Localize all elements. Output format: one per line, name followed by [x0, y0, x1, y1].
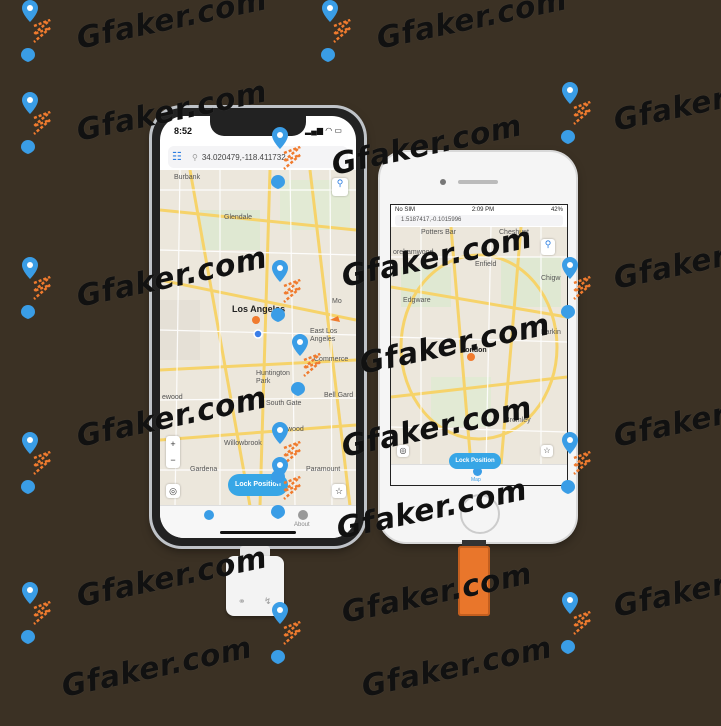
search-coords[interactable]: 34.020479,-118.411732	[202, 153, 286, 162]
map-label-glendale: Glendale	[224, 214, 253, 221]
map-label-paramount: Paramount	[306, 466, 341, 473]
speaker-grill	[458, 180, 498, 184]
map-label-borehamwood: orehamwood	[393, 249, 434, 256]
map-label-south-gate: South Gate	[266, 400, 302, 407]
search-coords[interactable]: 1.5187417,-0.1015996	[401, 217, 461, 223]
map-label-willowbrook: Willowbrook	[224, 440, 262, 447]
map-label-huntington-park: Huntington Park	[256, 370, 290, 385]
front-camera	[440, 179, 446, 185]
watermark-logo-icon	[21, 257, 51, 319]
watermark-logo-icon	[21, 582, 51, 644]
iphone-x-screen: 8:52 ▂▄▆ ◠ ▭ ☷ ⚲ 34.020479,-118.411732 B…	[160, 116, 356, 538]
watermark-text: Gfaker.com	[373, 0, 571, 57]
map-label-potters-bar: Potters Bar	[421, 229, 457, 236]
watermark-text: Gfaker.com	[338, 556, 536, 631]
map-label-mo: Mo	[332, 298, 342, 305]
gps-icon[interactable]: ◎	[166, 484, 180, 498]
location-icon[interactable]: ⚲	[541, 239, 555, 255]
location-icon[interactable]: ⚲	[332, 178, 348, 196]
watermark-logo-icon	[561, 82, 591, 144]
status-battery: 42%	[550, 207, 563, 213]
watermark-logo-icon	[561, 592, 591, 654]
star-icon[interactable]: ☆	[332, 484, 346, 498]
watermark-text: Gfaker.com	[58, 630, 256, 705]
watermark-text: Gfaker.com	[610, 380, 721, 455]
zoom-in-button[interactable]: +	[166, 436, 180, 452]
lock-position-button[interactable]: Lock Position	[449, 453, 501, 469]
status-time: 8:52	[174, 126, 193, 136]
page: { "watermark": "Gfaker.com", "phone1": {…	[0, 0, 721, 726]
home-button	[460, 494, 500, 534]
zoom-out-button[interactable]: −	[166, 452, 180, 468]
map-label-london: London	[461, 347, 487, 354]
map-label-gardena: Gardena	[190, 466, 218, 473]
tab-map-icon[interactable]	[204, 510, 214, 520]
map-label-burbank: Burbank	[174, 174, 201, 181]
lock-position-button[interactable]: Lock Position	[228, 474, 288, 496]
zoom-control: + −	[166, 436, 180, 468]
bookmark-icon[interactable]: ☷	[172, 151, 186, 163]
search-icon: ⚲	[192, 152, 198, 162]
status-carrier: No SIM	[395, 207, 416, 213]
map-label-east-los-angeles: East Los Angeles	[310, 328, 338, 343]
iphone-8-screen: No SIM 2:09 PM 42% 1.5187417,-0.1015996	[390, 204, 568, 486]
tab-bar: About	[160, 505, 356, 538]
status-time: 2:09 PM	[471, 207, 495, 213]
map-label-lynwood: Lynwood	[276, 426, 304, 433]
lightning-adapter: ⚭ ↯	[226, 556, 284, 616]
map-label-bromley: Bromley	[505, 417, 531, 424]
search-bar[interactable]: ☷ ⚲ 34.020479,-118.411732	[168, 146, 348, 168]
watermark-logo-icon	[21, 92, 51, 154]
map-label-commerce: Commerce	[314, 356, 349, 363]
map-label-inglewood: ewood	[162, 394, 183, 401]
map-label-chigwell: Chigw	[541, 275, 561, 282]
iphone-x-device: 8:52 ▂▄▆ ◠ ▭ ☷ ⚲ 34.020479,-118.411732 B…	[152, 108, 364, 546]
map-label-edgware: Edgware	[403, 297, 431, 304]
watermark-logo-icon	[21, 0, 51, 62]
usb-cable	[458, 546, 490, 616]
watermark-text: Gfaker.com	[358, 630, 556, 705]
watermark-text: Gfaker.com	[610, 222, 721, 297]
watermark-text: Gfaker.com	[73, 0, 271, 57]
headphone-icon: ⚭	[238, 596, 246, 606]
lightning-icon: ↯	[264, 596, 272, 606]
tab-about-icon[interactable]	[298, 510, 308, 520]
map-label-los-angeles: Los Angeles	[232, 304, 286, 314]
search-bar[interactable]: 1.5187417,-0.1015996	[395, 215, 563, 226]
map-label-cheshunt: Cheshunt	[499, 229, 529, 236]
home-indicator	[220, 531, 296, 534]
map-view[interactable]: Potters Bar Cheshunt orehamwood Enfield …	[391, 227, 567, 465]
tab-map-label[interactable]: Map	[471, 477, 481, 483]
map-label-enfield: Enfield	[475, 261, 497, 268]
watermark-logo-icon	[21, 432, 51, 494]
status-icons: ▂▄▆ ◠ ▭	[305, 126, 342, 135]
watermark-text: Gfaker.com	[610, 550, 721, 625]
watermark-text: Gfaker.com	[610, 64, 721, 139]
map-label-bell-gardens: Bell Gard	[324, 392, 354, 399]
tab-about-label[interactable]: About	[294, 522, 310, 528]
notch	[210, 116, 306, 136]
status-bar: No SIM 2:09 PM 42%	[395, 207, 563, 213]
map-view[interactable]: Burbank Glendale Mo Los Angeles East Los…	[160, 170, 356, 506]
star-icon[interactable]: ☆	[541, 445, 553, 457]
iphone-8-device: No SIM 2:09 PM 42% 1.5187417,-0.1015996	[380, 152, 576, 542]
map-label-barking: Barkin	[541, 329, 561, 336]
watermark-logo-icon	[321, 0, 351, 62]
gps-icon[interactable]: ◎	[397, 445, 409, 457]
